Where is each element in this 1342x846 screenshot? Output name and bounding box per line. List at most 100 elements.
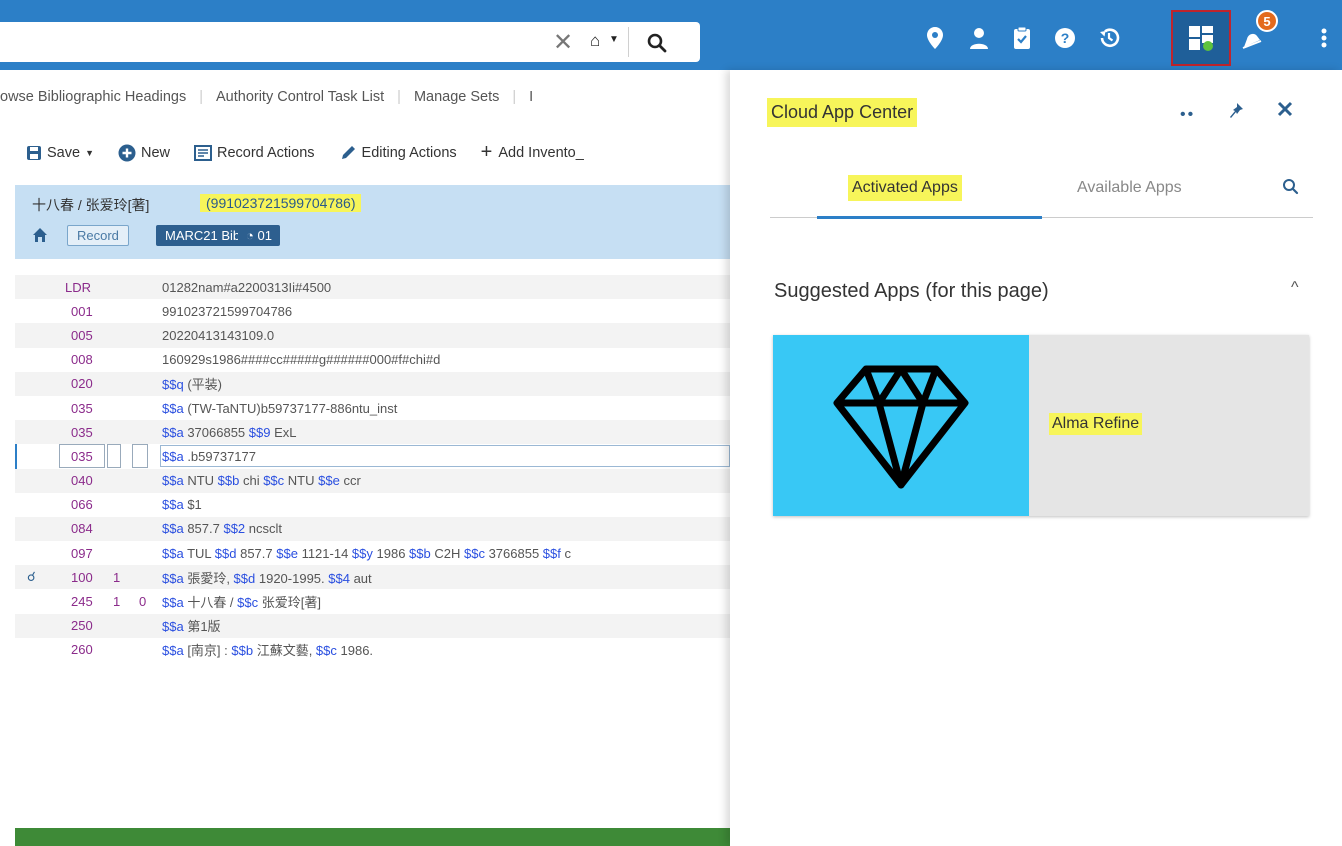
marc-row[interactable]: 260 $$a [南京] : $$b 江蘇文藝, $$c 1986.	[15, 638, 730, 662]
subfield-code: $$a	[162, 595, 184, 611]
record-type-badge[interactable]: Record	[67, 225, 129, 246]
home-scope-icon[interactable]: ⌂	[590, 31, 600, 51]
subfield-code: $$a	[162, 448, 184, 464]
location-pin-icon[interactable]	[923, 24, 947, 52]
search-apps-icon[interactable]	[1281, 177, 1301, 197]
active-row-indicator	[15, 444, 17, 471]
marc-tag: 100	[71, 569, 93, 585]
subfield-code: $$c	[237, 595, 259, 611]
subfield-code: $$d	[214, 545, 237, 561]
tab-available-apps[interactable]: Available Apps	[1077, 179, 1182, 197]
tab-separator: |	[397, 89, 401, 105]
marc-row[interactable]: 066 $$a $1	[15, 493, 730, 517]
record-gauge-badge[interactable]: ◔ 01	[238, 225, 280, 246]
user-icon[interactable]	[967, 24, 991, 52]
tab-authority-control[interactable]: Authority Control Task List	[216, 89, 384, 105]
marc-row[interactable]: 035 $$a (TW-TaNTU)b59737177-886ntu_inst	[15, 396, 730, 420]
search-bar[interactable]: ✕ ⌂ ▼	[0, 22, 700, 62]
home-icon[interactable]	[32, 227, 48, 243]
marc-row[interactable]: LDR 01282nam#a2200313Ii#4500	[15, 275, 730, 300]
marc-row[interactable]: 035 $$a 37066855 $$9 ExL	[15, 420, 730, 445]
history-icon[interactable]	[1097, 24, 1121, 52]
editing-actions-button[interactable]: Editing Actions	[339, 144, 457, 162]
tab-separator: |	[199, 89, 203, 105]
record-title: 十八春 / 张爱玲[著]	[32, 197, 150, 213]
save-button[interactable]: Save ▼	[26, 145, 94, 161]
app-name: Alma Refine	[1049, 413, 1143, 435]
tab-overflow[interactable]: I	[529, 89, 533, 105]
active-tab-indicator	[817, 216, 1042, 219]
search-icon[interactable]	[645, 31, 669, 55]
marc-row[interactable]: 084 $$a 857.7 $$2 ncsclt	[15, 516, 730, 542]
marc-value: $$a [南京] : $$b 江蘇文藝, $$c 1986.	[162, 643, 374, 659]
marc-row[interactable]: 001 991023721599704786	[15, 299, 730, 323]
marc-row[interactable]: 040 $$a NTU $$b chi $$c NTU $$e ccr	[15, 468, 730, 493]
subfield-code: $$a	[162, 570, 184, 586]
chevron-up-icon[interactable]: ^	[1291, 279, 1299, 297]
indicator2-input[interactable]	[132, 444, 148, 469]
more-menu-icon[interactable]	[1312, 24, 1336, 52]
close-icon[interactable]	[1276, 100, 1294, 118]
cloud-apps-button[interactable]	[1171, 10, 1231, 66]
marc-value: 991023721599704786	[162, 303, 293, 319]
marc-value: $$a $1	[162, 497, 202, 513]
subfield-code: $$e	[318, 473, 340, 489]
marc-value: $$a .b59737177	[162, 448, 256, 464]
marc-value: 20220413143109.0	[162, 327, 275, 343]
marc-row[interactable]: 008 160929s1986####cc#####g######000#f#c…	[15, 348, 730, 372]
expand-panel-icon[interactable]: ••	[1180, 106, 1195, 124]
app-card-alma-refine[interactable]: Alma Refine	[773, 335, 1309, 516]
marc-row[interactable]: 020 $$q (平装)	[15, 371, 730, 396]
marc-value: $$a 857.7 $$2 ncsclt	[162, 521, 283, 537]
clipboard-check-icon[interactable]	[1010, 24, 1034, 52]
editor-nav-tabs: owse Bibliographic Headings | Authority …	[0, 82, 533, 112]
marc-value: $$a 37066855 $$9 ExL	[162, 424, 297, 440]
subfield-code: $$2	[223, 521, 246, 537]
marc-row[interactable]: 250 $$a 第1版	[15, 613, 730, 638]
marc-tag: 097	[71, 545, 93, 561]
marc-row[interactable]: 097 $$a TUL $$d 857.7 $$e 1121-14 $$y 19…	[15, 541, 730, 565]
subfield-code: $$a	[162, 619, 184, 635]
marc-value: 01282nam#a2200313Ii#4500	[162, 279, 332, 295]
subfield-code: $$a	[162, 424, 184, 440]
marc-row[interactable]: 005 20220413143109.0	[15, 323, 730, 348]
clear-search-icon[interactable]: ✕	[553, 28, 573, 57]
tab-browse-headings[interactable]: owse Bibliographic Headings	[0, 89, 186, 105]
tab-manage-sets[interactable]: Manage Sets	[414, 89, 499, 105]
marc-tag: 250	[71, 618, 93, 634]
marc-row[interactable]: 245 1 0 $$a 十八春 / $$c 张爱玲[著]	[15, 589, 730, 613]
record-actions-label: Record Actions	[217, 144, 315, 161]
marc-row[interactable]: ☌ 100 1 $$a 張愛玲, $$d 1920-1995. $$4 aut	[15, 565, 730, 590]
marc-tag: 260	[71, 642, 93, 658]
marc-tag: 035	[71, 448, 93, 464]
marc-indicator1: 1	[113, 569, 121, 585]
subfield-code: $$d	[233, 570, 256, 586]
indicator1-input[interactable]	[107, 444, 121, 469]
marc-indicator2: 0	[139, 594, 147, 610]
add-inventory-label: Add Invento_	[498, 144, 584, 161]
marc-tag: 008	[71, 352, 93, 368]
tab-activated-apps[interactable]: Activated Apps	[848, 175, 962, 201]
pin-icon[interactable]	[1228, 102, 1244, 120]
pencil-icon	[341, 145, 355, 159]
subfield-code: $$4	[328, 570, 350, 586]
help-icon[interactable]: ?	[1053, 24, 1077, 52]
add-inventory-button[interactable]: + Add Invento_	[481, 141, 584, 164]
top-bar: ✕ ⌂ ▼ ? 5	[0, 0, 1342, 70]
binoculars-icon[interactable]: ☌	[27, 569, 36, 585]
marc-tag: 005	[71, 327, 93, 343]
subfield-code: $$a	[162, 473, 184, 489]
chevron-down-icon[interactable]: ▼	[609, 34, 619, 45]
record-actions-button[interactable]: Record Actions	[194, 144, 315, 161]
metadata-editor: owse Bibliographic Headings | Authority …	[0, 70, 730, 846]
diamond-icon	[833, 365, 969, 488]
subfield-code: $$a	[162, 521, 184, 537]
new-button[interactable]: New	[118, 144, 170, 162]
editing-actions-label: Editing Actions	[361, 144, 457, 161]
marc-row-editing[interactable]: 035 $$a .b59737177	[15, 444, 730, 471]
marc-tag: 066	[71, 497, 93, 513]
marc-value: $$a 第1版	[162, 619, 221, 635]
marc-tag: 020	[71, 376, 93, 392]
record-format-badge: MARC21 Bib	[156, 225, 250, 246]
marc-tag: 245	[71, 594, 93, 610]
